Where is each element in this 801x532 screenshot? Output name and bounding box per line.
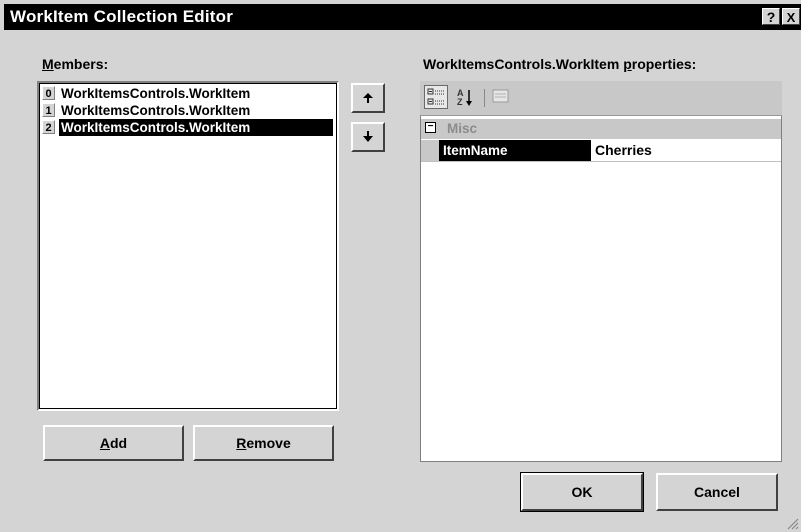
move-down-button[interactable] xyxy=(351,122,385,152)
resize-grip-icon[interactable] xyxy=(785,516,799,530)
members-label: Members: xyxy=(42,56,109,72)
window-title: WorkItem Collection Editor xyxy=(10,7,234,26)
list-item-label: WorkItemsControls.WorkItem xyxy=(61,86,251,101)
list-item-index: 1 xyxy=(42,103,55,117)
alphabetical-icon: A Z xyxy=(457,88,472,107)
categorized-button[interactable] xyxy=(424,85,448,109)
property-row-margin xyxy=(421,140,439,161)
arrow-down-icon xyxy=(363,131,373,142)
alphabetical-button[interactable]: A Z xyxy=(454,85,478,109)
help-button[interactable]: ? xyxy=(762,8,780,25)
list-item-index: 2 xyxy=(42,120,55,134)
svg-text:Z: Z xyxy=(457,97,463,107)
collection-editor-dialog: WorkItem Collection Editor ? X Members: … xyxy=(0,0,801,532)
list-item[interactable]: 0 WorkItemsControls.WorkItem xyxy=(41,85,331,102)
cancel-button[interactable]: Cancel xyxy=(656,473,778,511)
list-item-selected[interactable]: 2 WorkItemsControls.WorkItem xyxy=(41,119,333,136)
properties-heading: WorkItemsControls.WorkItem properties: xyxy=(423,56,697,72)
remove-button[interactable]: Remove xyxy=(193,425,334,461)
selection-highlight: WorkItemsControls.WorkItem xyxy=(59,119,333,136)
ok-button[interactable]: OK xyxy=(520,472,644,512)
property-pages-button[interactable] xyxy=(490,85,514,109)
move-up-button[interactable] xyxy=(351,83,385,113)
property-grid[interactable]: − Misc ItemName Cherries xyxy=(420,116,782,462)
property-name[interactable]: ItemName xyxy=(439,140,591,161)
property-value[interactable]: Cherries xyxy=(593,140,652,161)
list-item-label: WorkItemsControls.WorkItem xyxy=(61,103,251,118)
collapse-icon[interactable]: − xyxy=(425,122,436,133)
list-item[interactable]: 1 WorkItemsControls.WorkItem xyxy=(41,102,331,119)
list-item-label: WorkItemsControls.WorkItem xyxy=(61,120,251,135)
category-label: Misc xyxy=(447,121,478,136)
property-grid-toolbar: A Z xyxy=(420,81,782,116)
add-button[interactable]: Add xyxy=(43,425,184,461)
toolbar-separator xyxy=(484,89,485,107)
title-bar[interactable]: WorkItem Collection Editor ? X xyxy=(4,4,801,30)
property-row-itemname[interactable]: ItemName Cherries xyxy=(421,140,781,162)
property-pages-icon xyxy=(492,89,509,103)
list-item-index: 0 xyxy=(42,86,55,100)
categorized-icon xyxy=(427,88,444,105)
close-button[interactable]: X xyxy=(782,8,800,25)
members-list[interactable]: 0 WorkItemsControls.WorkItem 1 WorkItems… xyxy=(37,81,339,411)
arrow-up-icon xyxy=(363,93,373,103)
category-row-misc[interactable]: − Misc xyxy=(421,119,781,139)
